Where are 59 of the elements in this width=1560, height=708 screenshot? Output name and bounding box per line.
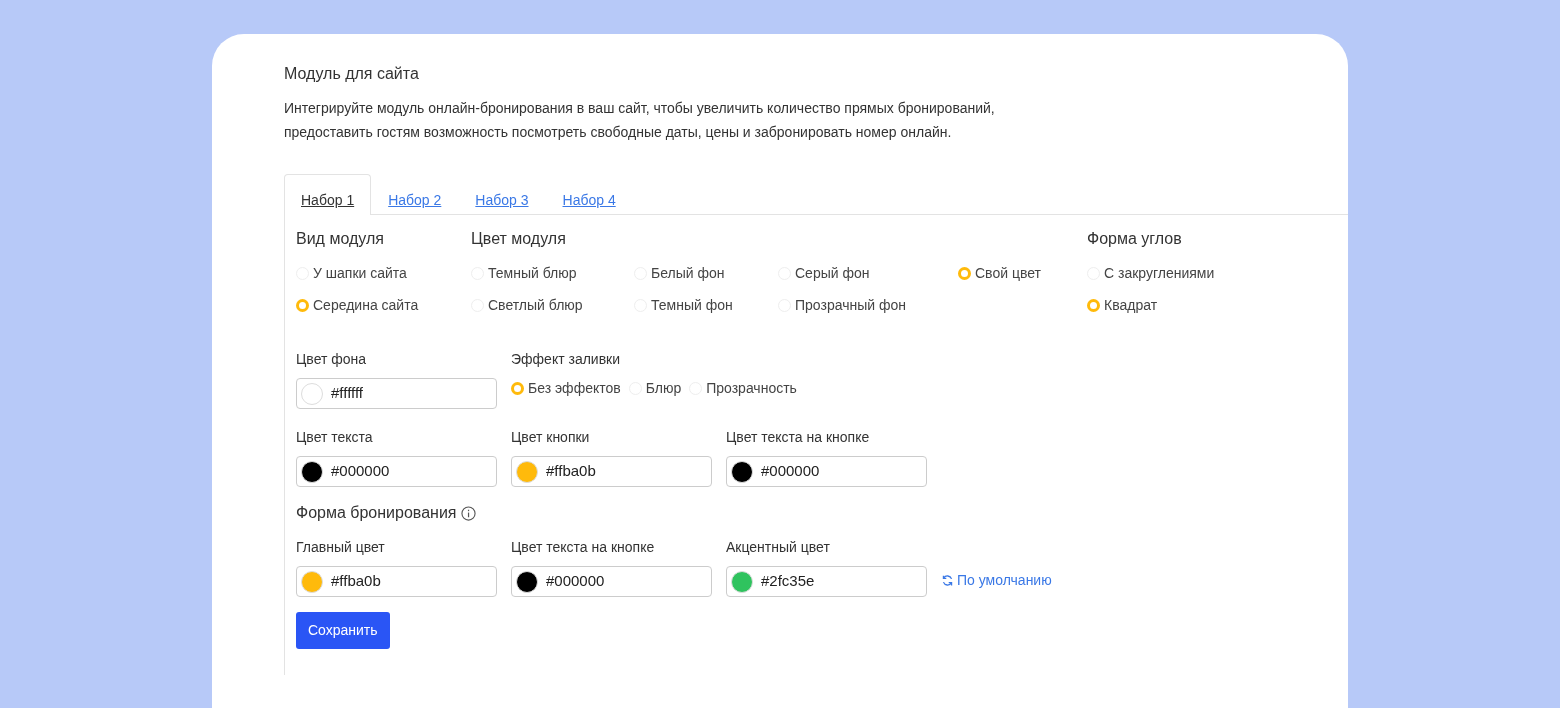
radio-option[interactable]: Без эффектов — [511, 378, 621, 398]
group-label: Вид модуля — [296, 229, 385, 249]
tab[interactable]: Набор 1 — [284, 174, 372, 215]
radio-option[interactable]: Квадрат — [1087, 295, 1215, 315]
radio-option[interactable]: Серый фон — [778, 263, 958, 283]
tab[interactable]: Набор 4 — [545, 174, 633, 215]
radio-label: У шапки сайта — [313, 263, 407, 283]
radio-option[interactable]: Прозрачный фон — [778, 295, 958, 315]
radio-option[interactable]: Светлый блюр — [471, 295, 634, 315]
field-label: Цвет текста на кнопке — [511, 538, 656, 557]
radio-option[interactable]: Середина сайта — [296, 295, 471, 315]
color-field[interactable]: #000000 — [296, 456, 497, 487]
radio-label: Темный фон — [651, 295, 733, 315]
radio-label: Свой цвет — [975, 263, 1041, 283]
color-field[interactable]: #000000 — [511, 566, 712, 597]
color-field[interactable]: #ffba0b — [511, 456, 712, 487]
radio-option[interactable]: Темный фон — [634, 295, 778, 315]
group-label: Форма углов — [1087, 229, 1183, 249]
group-label: Эффект заливки — [511, 350, 622, 369]
field-label: Цвет кнопки — [511, 428, 591, 447]
group-label: Форма бронирования — [296, 503, 457, 523]
color-field[interactable]: #ffffff — [296, 378, 497, 409]
radio-option[interactable]: Свой цвет — [958, 263, 1088, 283]
info-icon[interactable] — [460, 505, 476, 521]
color-field[interactable]: #ffba0b — [296, 566, 497, 597]
radio-label: Прозрачность — [706, 378, 797, 398]
field-label: Цвет текста на кнопке — [726, 428, 871, 447]
group-label: Цвет модуля — [471, 229, 567, 249]
refresh-icon — [941, 574, 954, 587]
radio-icon[interactable] — [1087, 298, 1100, 312]
radio-icon[interactable] — [958, 266, 971, 280]
description: Интегрируйте модуль онлайн-бронирования в ваш сайт, чтобы увеличить количество прямых бронирований, предоставить гостям возможность посмотреть свободные даты, цены и забронировать номер онлайн. — [284, 99, 996, 142]
tab[interactable]: Набор 3 — [458, 174, 546, 215]
radio-option[interactable]: Прозрачность — [689, 378, 797, 398]
radio-label: Квадрат — [1104, 295, 1158, 315]
color-field[interactable]: #2fc35e — [726, 566, 927, 597]
field-label: Цвет текста — [296, 428, 374, 447]
radio-option[interactable]: Темный блюр — [471, 263, 634, 283]
color-field[interactable]: #000000 — [726, 456, 927, 487]
radio-label: Без эффектов — [528, 378, 621, 398]
radio-label: Серый фон — [795, 263, 870, 283]
tab[interactable]: Набор 2 — [371, 174, 459, 215]
radio-option[interactable]: Белый фон — [634, 263, 778, 283]
radio-label: Блюр — [645, 378, 682, 398]
field-label: Цвет фона — [296, 350, 368, 369]
radio-label: Прозрачный фон — [795, 295, 906, 315]
radio-label: Белый фон — [651, 263, 725, 283]
radio-label: Середина сайта — [313, 295, 419, 315]
radio-option[interactable]: Блюр — [628, 378, 682, 398]
save-button[interactable]: Сохранить — [296, 612, 390, 649]
radio-label: Светлый блюр — [488, 295, 583, 315]
radio-icon[interactable] — [511, 381, 524, 395]
reset-link[interactable]: По умолчанию — [941, 570, 1052, 591]
field-label: Главный цвет — [296, 538, 386, 557]
radio-option[interactable]: У шапки сайта — [296, 263, 471, 283]
radio-icon[interactable] — [296, 298, 309, 312]
field-label: Акцентный цвет — [726, 538, 831, 557]
section-title: Модуль для сайта — [284, 64, 420, 84]
radio-label: Темный блюр — [488, 263, 577, 283]
